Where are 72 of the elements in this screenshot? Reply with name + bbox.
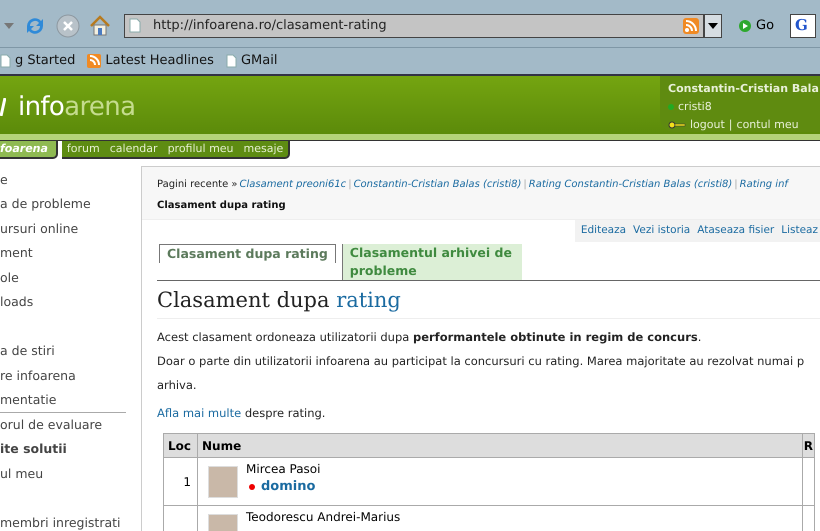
bookmark-link[interactable]: g Started xyxy=(0,51,76,71)
page-action-link[interactable]: Listeaz xyxy=(781,223,818,239)
logout-link[interactable]: logout xyxy=(690,116,725,134)
site-logo[interactable]: infoarena xyxy=(18,88,136,126)
account-link[interactable]: contul meu xyxy=(736,116,799,134)
breadcrumb-separator: | xyxy=(523,178,527,192)
heading-link[interactable]: rating xyxy=(336,288,401,312)
breadcrumb-separator: | xyxy=(348,178,352,192)
sidebar-link[interactable]: ul meu xyxy=(0,464,44,484)
caret-icon xyxy=(708,22,718,28)
sidebar-link[interactable]: ole xyxy=(0,268,19,288)
username-link[interactable]: domino xyxy=(261,478,316,496)
rank-text: 1 xyxy=(183,474,191,489)
sidebar-link[interactable]: membri inregistrati xyxy=(0,514,121,531)
bookmark-link[interactable]: Latest Headlines xyxy=(87,51,214,71)
user-name: Mircea Pasoi xyxy=(246,461,320,478)
sidebar-link[interactable]: e xyxy=(0,170,8,190)
column-header: Nume xyxy=(198,434,802,458)
page-icon xyxy=(0,54,11,68)
content-tab[interactable]: Clasamentul arhivei de probleme xyxy=(342,244,522,280)
avatar-placeholder xyxy=(208,466,238,498)
breadcrumb-link[interactable]: Clasament preoni61c xyxy=(240,177,346,192)
username-link[interactable]: cristi8 xyxy=(678,98,712,116)
sidebar-link[interactable]: a de stiri xyxy=(0,342,55,362)
column-header: R xyxy=(802,434,814,458)
dropdown-arrow-icon[interactable] xyxy=(4,22,14,28)
page-action-link[interactable]: Editeaza xyxy=(580,223,626,239)
bookmark-link[interactable]: GMail xyxy=(226,51,278,71)
breadcrumb-link[interactable]: Rating Constantin-Cristian Balas (cristi8) xyxy=(528,177,732,192)
sidebar-link[interactable]: orul de evaluare xyxy=(0,416,102,435)
sidebar-link[interactable]: a de probleme xyxy=(0,195,91,214)
user-full-name: Constantin-Cristian Bala xyxy=(668,81,820,97)
rss-icon xyxy=(683,18,699,34)
breadcrumb-link[interactable]: Constantin-Cristian Balas (cristi8) xyxy=(354,177,522,192)
page-action-link[interactable]: Ataseaza fisier xyxy=(697,223,774,239)
logo-mark-icon xyxy=(0,98,6,116)
paragraph: Afla mai multe despre rating. xyxy=(157,405,326,422)
search-engine-field[interactable]: G xyxy=(790,14,816,38)
breadcrumb-link[interactable]: Rating inf xyxy=(740,177,788,192)
sidebar-link[interactable]: ment xyxy=(0,244,33,264)
separator-text: | xyxy=(728,117,733,133)
page-action-link[interactable]: Vezi istoria xyxy=(633,223,690,239)
key-icon xyxy=(668,121,686,129)
page-heading: Clasament dupa rating xyxy=(157,284,820,320)
play-icon xyxy=(738,18,752,32)
go-button[interactable]: Go xyxy=(738,16,774,36)
nav-tab[interactable]: calendar xyxy=(104,141,163,159)
page-icon xyxy=(226,54,237,68)
sidebar-link[interactable]: mentatie xyxy=(0,390,56,410)
stop-icon[interactable] xyxy=(56,14,80,38)
current-page-title: Clasament dupa rating xyxy=(157,199,287,213)
rss-icon xyxy=(87,54,102,68)
breadcrumb-separator: | xyxy=(734,178,738,192)
sidebar-link[interactable]: re infoarena xyxy=(0,366,76,386)
page-icon xyxy=(129,18,141,33)
sidebar-link[interactable]: ite solutii xyxy=(0,440,67,460)
column-header: Loc xyxy=(164,434,198,458)
content-tab[interactable]: Clasament dupa rating xyxy=(159,244,336,263)
sidebar-link[interactable]: loads xyxy=(0,293,34,312)
nav-tab[interactable]: mesaje xyxy=(238,141,290,159)
nav-tab[interactable]: forum xyxy=(62,141,105,159)
breadcrumb-label: Pagini recente » xyxy=(157,178,238,192)
address-field[interactable]: http://infoarena.ro/clasament-rating xyxy=(124,14,704,38)
url-text: http://infoarena.ro/clasament-rating xyxy=(153,16,388,35)
sidebar-link[interactable]: ursuri online xyxy=(0,220,78,239)
paragraph: Doar o parte din utilizatorii infoarena au participat la concursuri cu rating. Marea majoritate au rezolvat numai p arhiva. xyxy=(157,353,806,394)
paragraph: Acest clasament ordoneaza utilizatorii dupa performantele obtinute in regim de concurs. xyxy=(157,329,702,346)
nav-tab[interactable]: profilul meu xyxy=(162,141,239,159)
user-name: Teodorescu Andrei-Marius xyxy=(246,509,400,526)
url-dropdown-button[interactable] xyxy=(704,14,722,38)
more-link[interactable]: Afla mai multe xyxy=(157,406,242,420)
home-icon[interactable] xyxy=(88,14,112,38)
